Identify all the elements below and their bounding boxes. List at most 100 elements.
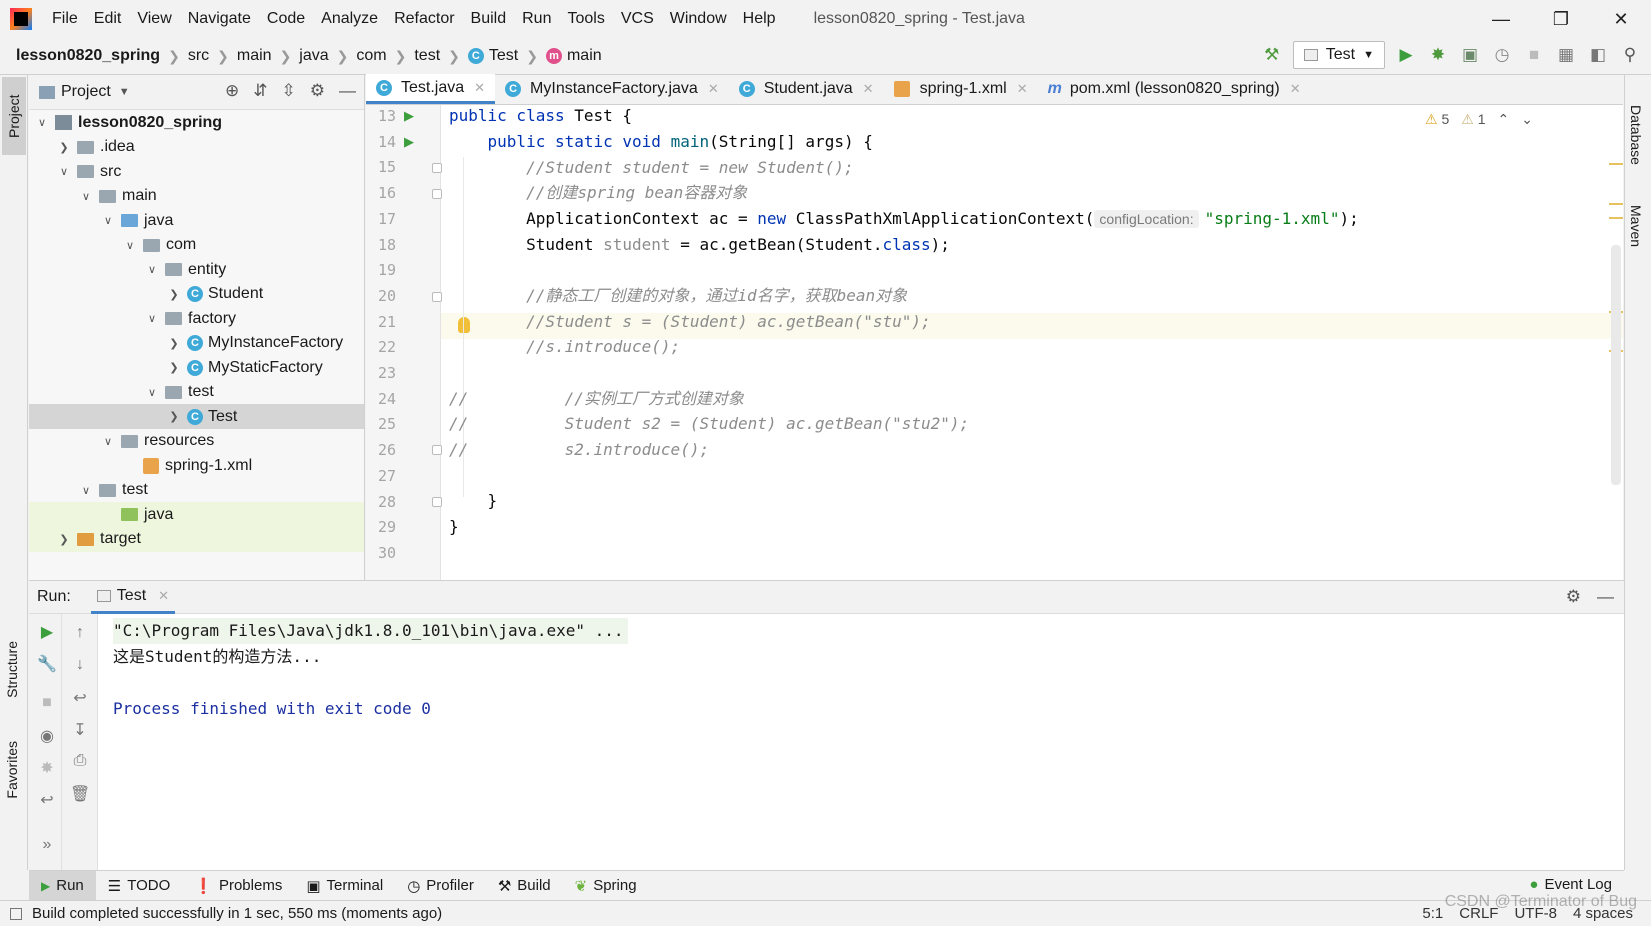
inspection-widget[interactable]: ⚠ 5 ⚠ 1 ⌃ ⌄	[1425, 111, 1533, 128]
tree-item-resources[interactable]: ∨ resources	[29, 429, 364, 454]
tree-item-src[interactable]: ∨ src	[29, 159, 364, 184]
tool-tab-spring[interactable]: ❦ Spring	[563, 871, 649, 901]
chevron-down-icon[interactable]: ∨	[145, 312, 159, 325]
run-icon[interactable]: ▶	[1395, 44, 1417, 66]
tool-tab-project[interactable]: Project	[2, 77, 26, 155]
gear-icon[interactable]: ⚙	[1566, 587, 1581, 607]
tree-item-com[interactable]: ∨ com	[29, 233, 364, 258]
tab-student-java[interactable]: C Student.java ✕	[729, 74, 884, 104]
profiler-icon[interactable]: ◷	[1491, 44, 1513, 66]
debug-bug-icon[interactable]: ✸	[1427, 44, 1449, 66]
tab-myinstancefactory-java[interactable]: C MyInstanceFactory.java ✕	[495, 74, 729, 104]
tool-tab-profiler[interactable]: ◷ Profiler	[395, 871, 486, 901]
collapse-all-icon[interactable]: ⇳	[282, 81, 296, 101]
more-icon[interactable]: »	[37, 836, 57, 854]
chevron-down-icon[interactable]: ∨	[57, 165, 71, 178]
minimize-button[interactable]: —	[1471, 0, 1531, 38]
gear-icon[interactable]: ⚙	[310, 81, 325, 101]
close-icon[interactable]: ✕	[1017, 81, 1028, 97]
chevron-right-icon[interactable]: ❯	[167, 337, 181, 350]
tab-test-java[interactable]: C Test.java ✕	[366, 74, 496, 104]
status-window-icon[interactable]	[10, 907, 22, 920]
wrench-icon[interactable]: 🔧	[37, 654, 57, 674]
close-window-button[interactable]: ✕	[1591, 0, 1651, 38]
status-message[interactable]: Build completed successfully in 1 sec, 5…	[32, 905, 442, 922]
tool-tab-structure[interactable]: Structure	[2, 635, 22, 704]
fold-icon[interactable]	[432, 497, 442, 507]
breadcrumb-class-test[interactable]: C Test	[467, 47, 518, 65]
fold-icon[interactable]	[432, 163, 442, 173]
code-editor[interactable]: 13 14 15 16 17 18 19 20 21 22 23 24 25 26 27 28 29 30 ▶ ▶…	[366, 105, 1623, 580]
close-icon[interactable]: ✕	[158, 588, 169, 604]
menu-analyze[interactable]: Analyze	[313, 10, 386, 28]
menu-code[interactable]: Code	[259, 10, 313, 28]
tree-item-myinstancefactory[interactable]: ❯ C MyInstanceFactory	[29, 331, 364, 356]
menu-vcs[interactable]: VCS	[613, 10, 662, 28]
search-icon[interactable]: ⚲	[1619, 44, 1641, 66]
tool-tab-todo[interactable]: ☰ TODO	[96, 871, 183, 901]
run-configuration-select[interactable]: Test ▼	[1292, 41, 1385, 69]
tree-item-student[interactable]: ❯ C Student	[29, 282, 364, 307]
fold-icon[interactable]	[432, 189, 442, 199]
chevron-right-icon[interactable]: ❯	[167, 410, 181, 423]
error-stripe[interactable]	[1609, 105, 1623, 580]
chevron-up-icon[interactable]: ⌃	[1498, 111, 1510, 128]
close-icon[interactable]: ✕	[863, 81, 874, 97]
arrow-up-icon[interactable]: ↑	[70, 624, 90, 642]
build-hammer-icon[interactable]: ⚒	[1261, 44, 1283, 66]
tree-item-target[interactable]: ❯ target	[29, 526, 364, 552]
chevron-down-icon[interactable]: ∨	[79, 484, 93, 497]
breadcrumb-test[interactable]: test	[414, 47, 440, 65]
tool-tab-terminal[interactable]: ▣ Terminal	[294, 871, 395, 901]
console-output[interactable]: "C:\Program Files\Java\jdk1.8.0_101\bin\…	[99, 614, 1624, 871]
chevron-down-icon[interactable]: ∨	[101, 435, 115, 448]
run-class-gutter-icon[interactable]: ▶	[404, 108, 414, 124]
project-structure-icon[interactable]: ▦	[1555, 44, 1577, 66]
tree-item-mystaticfactory[interactable]: ❯ C MyStaticFactory	[29, 355, 364, 380]
menu-navigate[interactable]: Navigate	[180, 10, 259, 28]
breadcrumb-java[interactable]: java	[299, 47, 328, 65]
chevron-down-icon[interactable]: ∨	[145, 263, 159, 276]
tree-item-idea[interactable]: ❯ .idea	[29, 135, 364, 160]
chevron-down-icon[interactable]: ∨	[35, 116, 49, 129]
chevron-right-icon[interactable]: ❯	[167, 288, 181, 301]
run-method-gutter-icon[interactable]: ▶	[404, 134, 414, 150]
menu-build[interactable]: Build	[463, 10, 515, 28]
stripe-marker[interactable]	[1609, 203, 1623, 205]
close-icon[interactable]: ✕	[1290, 81, 1301, 97]
tool-tab-problems[interactable]: ❗ Problems	[182, 871, 294, 901]
fold-icon[interactable]	[432, 445, 442, 455]
tree-item-main[interactable]: ∨ main	[29, 184, 364, 209]
caret-position[interactable]: 5:1	[1422, 905, 1443, 922]
stop-icon[interactable]: ■	[37, 694, 57, 712]
project-panel-title[interactable]: Project	[61, 83, 111, 101]
tree-item-lesson0820-spring[interactable]: ∨ lesson0820_spring	[29, 110, 364, 135]
hide-panel-icon[interactable]: —	[1597, 587, 1614, 607]
chevron-down-icon[interactable]: ▼	[119, 86, 130, 98]
fold-icon[interactable]	[432, 292, 442, 302]
breadcrumb-src[interactable]: src	[188, 47, 209, 65]
chevron-down-icon[interactable]: ∨	[101, 214, 115, 227]
tool-tab-build[interactable]: ⚒ Build	[486, 871, 563, 901]
breadcrumb-main[interactable]: main	[237, 47, 272, 65]
menu-file[interactable]: File	[44, 10, 86, 28]
tree-item-java[interactable]: java	[29, 502, 364, 527]
restore-layout-icon[interactable]: ↩	[37, 790, 57, 810]
trash-icon[interactable]: 🗑	[70, 784, 90, 804]
close-icon[interactable]: ✕	[708, 81, 719, 97]
rerun-icon[interactable]: ▶	[37, 622, 57, 642]
scroll-to-end-icon[interactable]: ↧	[70, 720, 90, 740]
breadcrumb-com[interactable]: com	[356, 47, 386, 65]
menu-window[interactable]: Window	[662, 10, 735, 28]
menu-help[interactable]: Help	[735, 10, 784, 28]
tool-tab-database[interactable]: Database	[1628, 105, 1644, 165]
warning-count[interactable]: ⚠ 5	[1425, 111, 1449, 128]
locate-crosshair-icon[interactable]: ⊕	[225, 81, 239, 101]
stripe-marker[interactable]	[1609, 163, 1623, 165]
weak-warning-count[interactable]: ⚠ 1	[1461, 111, 1485, 128]
tool-tab-favorites[interactable]: Favorites	[2, 735, 22, 805]
stripe-marker[interactable]	[1609, 217, 1623, 219]
editor-scrollbar[interactable]	[1611, 245, 1621, 485]
chevron-right-icon[interactable]: ❯	[167, 361, 181, 374]
tool-tab-maven[interactable]: Maven	[1628, 205, 1644, 247]
